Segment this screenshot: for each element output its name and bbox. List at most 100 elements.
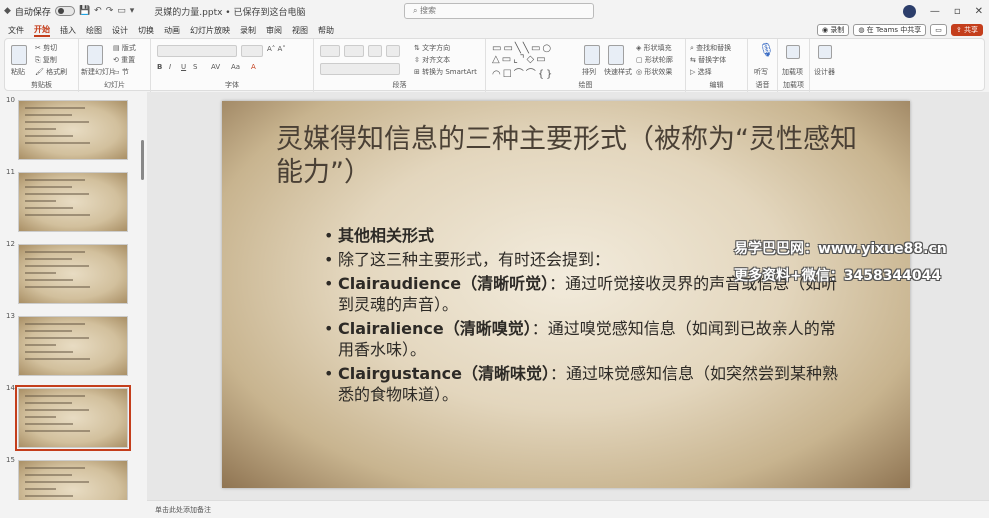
tab-4[interactable]: 设计: [112, 25, 128, 36]
slide-number: 14: [6, 384, 15, 392]
cut-button[interactable]: ✂ 剪切: [35, 43, 57, 53]
shape-outline-button[interactable]: ▢ 形状轮廓: [636, 55, 673, 65]
text-direction-button[interactable]: ⇅ 文字方向: [414, 43, 450, 53]
shape-fill-button[interactable]: ◈ 形状填充: [636, 43, 672, 53]
tab-8[interactable]: 录制: [240, 25, 256, 36]
thumbnail-text-line: [25, 279, 73, 281]
font-name-select[interactable]: [157, 45, 237, 57]
tab-7[interactable]: 幻灯片放映: [190, 25, 230, 36]
format-painter-button[interactable]: 🖌 格式刷: [35, 67, 67, 77]
slide-thumbnail[interactable]: 13: [4, 312, 134, 382]
arrange-button[interactable]: 排列: [582, 67, 596, 77]
tab-5[interactable]: 切换: [138, 25, 154, 36]
font-size-select[interactable]: [241, 45, 263, 57]
slide-thumbnail[interactable]: 10: [4, 96, 134, 166]
tab-1[interactable]: 开始: [34, 24, 50, 37]
thumbnail-text-line: [25, 114, 72, 116]
slide-thumbnail-image[interactable]: [18, 244, 128, 304]
thumbnails-scrollbar[interactable]: [141, 140, 144, 180]
addins-icon[interactable]: [786, 45, 800, 59]
redo-icon[interactable]: ↷: [106, 6, 114, 16]
strikethrough-icon[interactable]: S: [193, 63, 197, 71]
teams-share-button[interactable]: ◍ 在 Teams 中共享: [853, 24, 927, 36]
slide-thumbnail-image[interactable]: [18, 100, 128, 160]
tab-10[interactable]: 视图: [292, 25, 308, 36]
shape-effects-button[interactable]: ◎ 形状效果: [636, 67, 672, 77]
numbering-icon[interactable]: [344, 45, 364, 57]
tab-3[interactable]: 绘图: [86, 25, 102, 36]
comments-button[interactable]: ▭: [930, 24, 947, 36]
slide-title[interactable]: 灵媒得知信息的三种主要形式（被称为“灵性感知能力”）: [276, 123, 876, 189]
reset-button[interactable]: ⟲ 重置: [113, 55, 135, 65]
slide-thumbnail-image[interactable]: [15, 385, 131, 451]
bullet-bold-text: 其他相关形式: [338, 226, 435, 245]
share-button[interactable]: ⇪ 共享: [950, 24, 983, 36]
designer-button[interactable]: 设计器: [814, 67, 835, 77]
present-icon[interactable]: ▭: [117, 6, 126, 16]
slide-thumbnail-image[interactable]: [18, 460, 128, 500]
slide-thumbnail[interactable]: 12: [4, 240, 134, 310]
font-color-icon[interactable]: A: [251, 63, 256, 71]
restore-icon[interactable]: ▫: [954, 6, 961, 17]
slide-thumbnail-image[interactable]: [18, 172, 128, 232]
replace-font-button[interactable]: ⇆ 替换字体: [690, 55, 726, 65]
slide-thumbnail[interactable]: 11: [4, 168, 134, 238]
new-slide-icon[interactable]: [87, 45, 103, 65]
shapes-gallery[interactable]: ▭▭╲╲▭○ △▭⌞⌝◇▭ ◠☐⌒⌒{}: [492, 43, 554, 80]
record-button[interactable]: ◉ 录制: [816, 24, 850, 36]
tab-0[interactable]: 文件: [8, 25, 24, 36]
slide-number: 10: [6, 96, 15, 104]
paste-label[interactable]: 粘贴: [11, 67, 25, 77]
quick-styles-button[interactable]: 快速样式: [604, 67, 632, 77]
minimize-icon[interactable]: —: [930, 6, 940, 17]
undo-icon[interactable]: ↶: [94, 6, 102, 16]
comment-icon: ▭: [935, 26, 942, 34]
copy-button[interactable]: ⎘ 复制: [35, 55, 57, 65]
find-button[interactable]: ⌕ 查找和替换: [690, 43, 731, 53]
layout-button[interactable]: ▤ 版式: [113, 43, 136, 53]
avatar[interactable]: [902, 4, 916, 18]
slide-thumbnail[interactable]: 14: [4, 384, 134, 454]
decrease-indent-icon[interactable]: [368, 45, 382, 57]
alignment-icons[interactable]: [320, 63, 400, 75]
slide-thumbnail-image[interactable]: [18, 316, 128, 376]
designer-icon[interactable]: [818, 45, 832, 59]
microphone-icon[interactable]: 🎙: [758, 43, 775, 58]
tab-2[interactable]: 插入: [60, 25, 76, 36]
underline-icon[interactable]: U: [181, 63, 186, 71]
case-icon[interactable]: Aa: [231, 63, 240, 71]
smartart-icon: ⊞: [414, 68, 423, 76]
new-slide-button[interactable]: 新建幻灯片: [81, 67, 116, 77]
align-text-button[interactable]: ⇳ 对齐文本: [414, 55, 450, 65]
bold-icon[interactable]: B: [157, 63, 162, 71]
arrange-icon[interactable]: [584, 45, 600, 65]
smartart-button[interactable]: ⊞ 转换为 SmartArt: [414, 67, 477, 77]
increase-indent-icon[interactable]: [386, 45, 400, 57]
current-slide[interactable]: 灵媒得知信息的三种主要形式（被称为“灵性感知能力”） 其他相关形式除了这三种主要…: [222, 101, 910, 488]
save-icon[interactable]: 💾: [79, 6, 90, 16]
autosave-toggle[interactable]: [54, 6, 75, 16]
paste-icon[interactable]: [11, 45, 27, 65]
bullet-item[interactable]: Clairalience（清晰嗅觉）：通过嗅觉感知信息（如闻到已故亲人的常用香水…: [324, 318, 844, 360]
thumbnail-text-line: [25, 207, 73, 209]
select-button[interactable]: ▷ 选择: [690, 67, 712, 77]
font-grow-icon[interactable]: A˄ A˅: [267, 45, 286, 53]
bullets-icon[interactable]: [320, 45, 340, 57]
notes-placeholder[interactable]: 单击此处添加备注: [147, 500, 989, 518]
tab-9[interactable]: 审阅: [266, 25, 282, 36]
spacing-icon[interactable]: AV: [211, 63, 220, 71]
tab-6[interactable]: 动画: [164, 25, 180, 36]
bullet-item[interactable]: Clairgustance（清晰味觉）：通过味觉感知信息（如突然尝到某种熟悉的食…: [324, 363, 844, 405]
italic-icon[interactable]: I: [169, 63, 171, 71]
status-bar-left: [0, 500, 147, 518]
quick-styles-icon[interactable]: [608, 45, 624, 65]
slide-thumbnail[interactable]: 15: [4, 456, 134, 500]
tab-11[interactable]: 帮助: [318, 25, 334, 36]
close-icon[interactable]: ✕: [975, 6, 983, 17]
dictate-button[interactable]: 听写: [754, 67, 768, 77]
section-button[interactable]: ▭ 节: [113, 67, 129, 77]
addins-button[interactable]: 加载项: [782, 67, 803, 77]
file-title[interactable]: 灵媒的力量.pptx • 已保存到这台电脑: [154, 5, 305, 18]
search-input[interactable]: ⌕ 搜索: [404, 3, 594, 19]
customize-qat-icon[interactable]: ▾: [130, 6, 135, 16]
